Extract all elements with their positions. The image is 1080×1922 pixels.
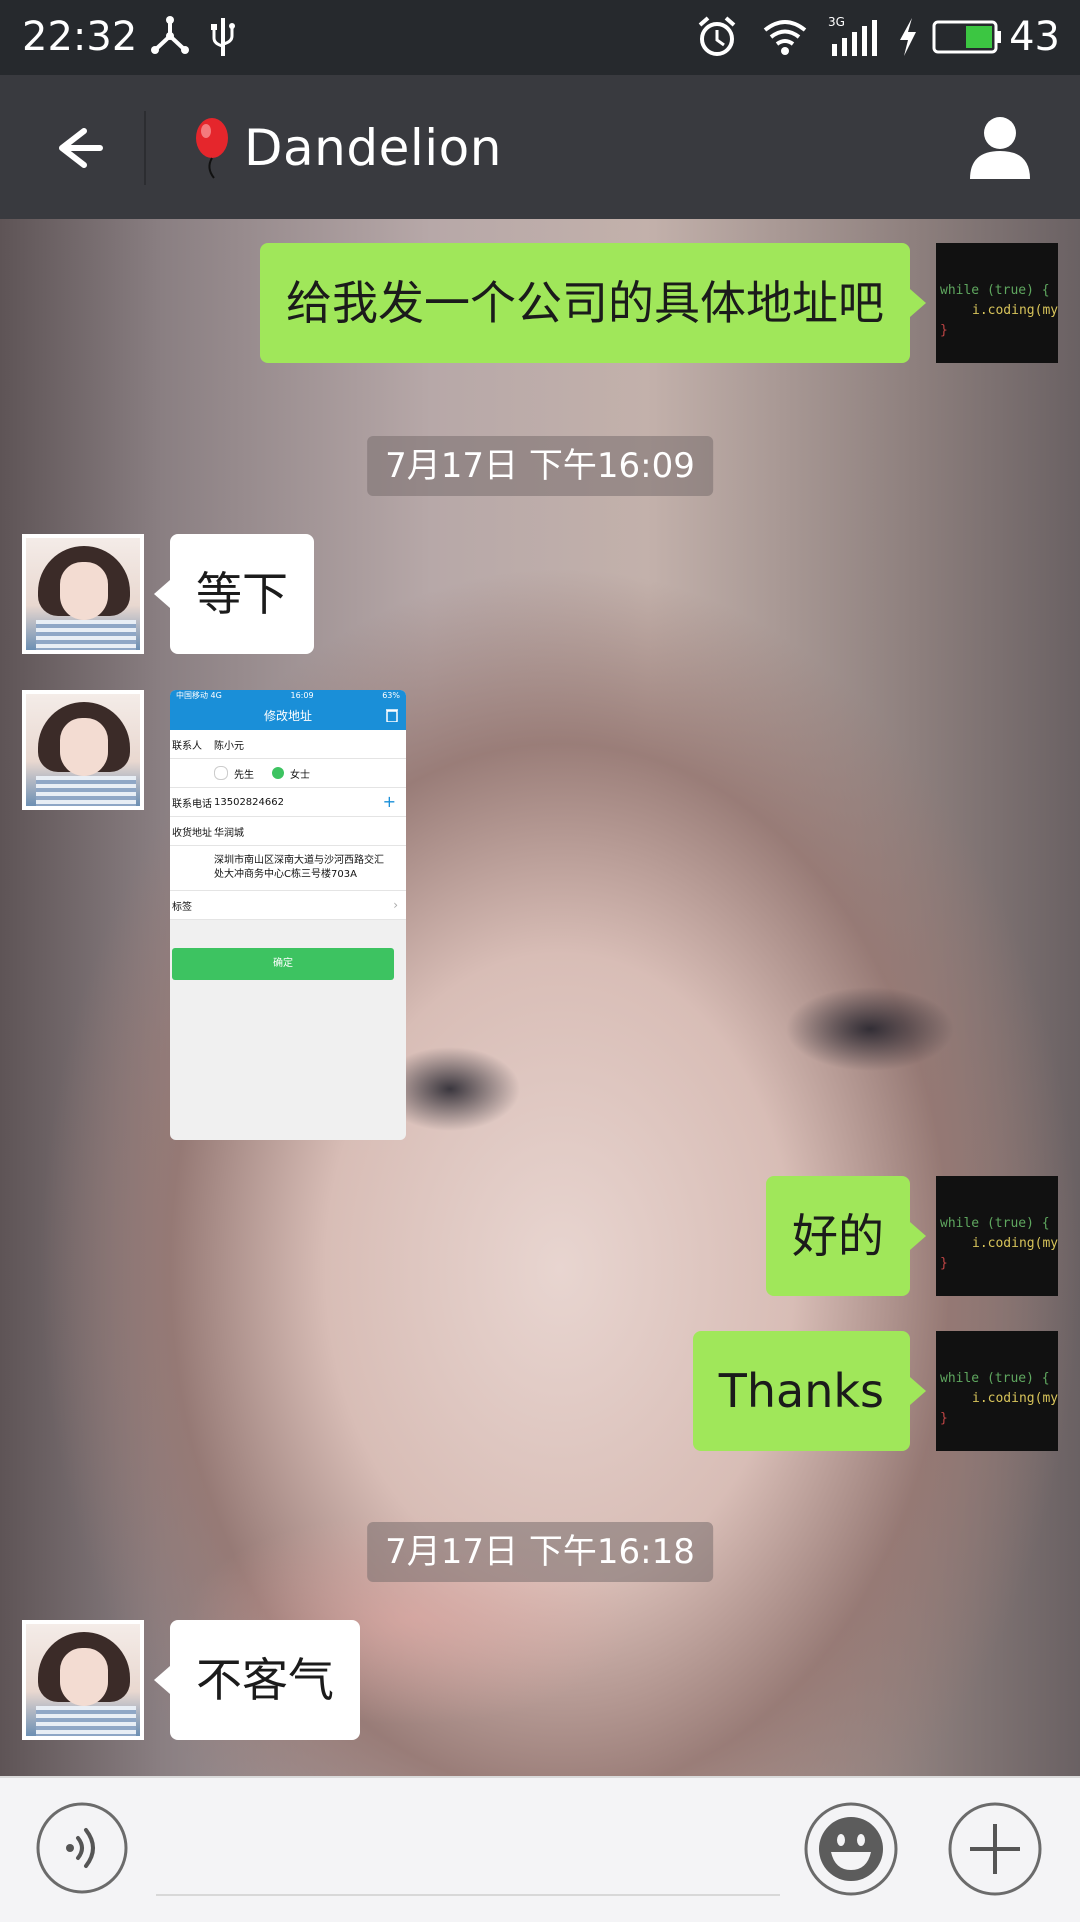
balloon-icon — [196, 118, 228, 179]
status-bar: 22:32 3G 43 — [0, 0, 1080, 75]
trash-icon — [386, 709, 398, 722]
message-sent: 给我发一个公司的具体地址吧 while (true) { i.coding(my… — [260, 243, 1058, 363]
shot-status-bar: 中国移动 4G 16:09 63% — [170, 690, 406, 702]
radio-icon — [214, 766, 228, 780]
shot-gender-row: 先生 女士 — [170, 759, 406, 788]
emoji-button[interactable] — [804, 1802, 898, 1896]
message-bubble[interactable]: 给我发一个公司的具体地址吧 — [260, 243, 926, 363]
message-bubble[interactable]: 好的 — [766, 1176, 926, 1296]
plus-icon: + — [382, 792, 396, 811]
signal-icon: 3G — [828, 15, 877, 56]
my-avatar[interactable]: while (true) { i.coding(myLife } — [936, 1331, 1058, 1451]
message-received: 不客气 — [22, 1620, 360, 1740]
timestamp: 7月17日 下午16:09 — [367, 436, 713, 496]
timestamp: 7月17日 下午16:18 — [367, 1522, 713, 1582]
shot-phone-row: 联系电话 13502824662 + — [170, 788, 406, 817]
check-icon — [272, 767, 284, 779]
svg-text:3G: 3G — [828, 15, 845, 29]
message-bubble[interactable]: 不客气 — [154, 1620, 360, 1740]
battery-level: 43 — [1009, 14, 1060, 60]
status-time: 22:32 — [22, 14, 138, 60]
chevron-right-icon: › — [393, 898, 398, 912]
voice-button[interactable] — [36, 1802, 128, 1894]
title-divider — [144, 111, 146, 185]
profile-button[interactable] — [962, 109, 1038, 185]
shot-contact-row: 联系人 陈小元 — [170, 730, 406, 759]
contact-avatar[interactable] — [22, 534, 144, 654]
share-icon — [151, 16, 189, 54]
message-input[interactable] — [156, 1894, 780, 1896]
chat-title: Dandelion — [190, 113, 502, 183]
shot-header: 修改地址 — [170, 702, 406, 730]
message-sent: 好的 while (true) { i.coding(myLife } — [766, 1176, 1058, 1296]
message-bubble[interactable]: 等下 — [154, 534, 314, 654]
wifi-icon — [763, 20, 807, 55]
battery-icon — [932, 20, 1001, 54]
my-avatar[interactable]: while (true) { i.coding(myLife } — [936, 243, 1058, 363]
back-button[interactable] — [38, 113, 108, 183]
title-bar: Dandelion — [0, 75, 1080, 219]
shot-tag-row: 标签 › — [170, 891, 406, 920]
message-sent: Thanks while (true) { i.coding(myLife } — [692, 1331, 1058, 1451]
charging-icon — [900, 18, 916, 56]
message-bubble[interactable]: Thanks — [692, 1331, 927, 1451]
shot-confirm-button: 确定 — [172, 948, 394, 980]
usb-icon — [211, 18, 235, 56]
chat-area[interactable]: 给我发一个公司的具体地址吧 while (true) { i.coding(my… — [0, 219, 1080, 1776]
message-received: 等下 — [22, 534, 314, 654]
plus-button[interactable] — [948, 1802, 1042, 1896]
contact-avatar[interactable] — [22, 690, 144, 810]
title-text: Dandelion — [244, 119, 502, 177]
shot-address-row: 收货地址 华润城 — [170, 817, 406, 846]
shot-address-detail: 深圳市南山区深南大道与沙河西路交汇处大冲商务中心C栋三号楼703A — [170, 846, 406, 891]
message-received-image: 中国移动 4G 16:09 63% 修改地址 联系人 陈小元 先生 女士 联系电… — [22, 690, 406, 1140]
image-message[interactable]: 中国移动 4G 16:09 63% 修改地址 联系人 陈小元 先生 女士 联系电… — [170, 690, 406, 1140]
alarm-icon — [698, 16, 736, 56]
contact-avatar[interactable] — [22, 1620, 144, 1740]
input-bar — [0, 1776, 1080, 1922]
my-avatar[interactable]: while (true) { i.coding(myLife } — [936, 1176, 1058, 1296]
